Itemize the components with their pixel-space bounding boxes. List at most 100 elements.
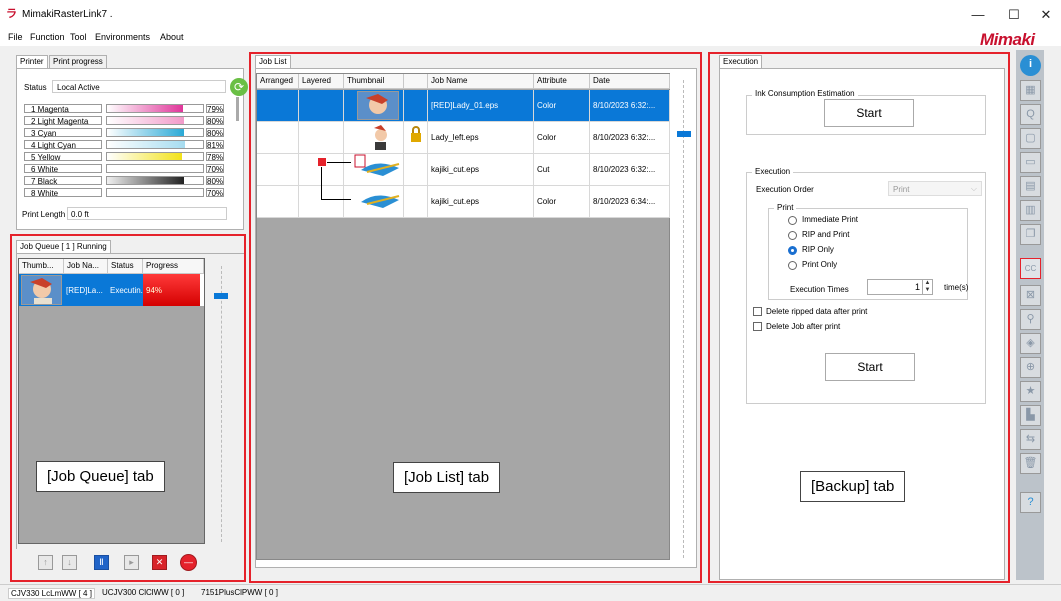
job-name-cell: Lady_left.eps <box>428 122 534 154</box>
printer-scrollbar[interactable] <box>236 97 239 121</box>
printer-tab-ucjv300[interactable]: UCJV300 ClClWW [ 0 ] <box>100 588 186 597</box>
jl-col-jobname[interactable]: Job Name <box>428 74 534 89</box>
chevron-down-icon: ⌵ <box>970 184 977 193</box>
list-slider-handle[interactable] <box>677 131 691 137</box>
layers-icon[interactable]: ◈ <box>1020 333 1041 354</box>
window-icon[interactable]: ▤ <box>1020 176 1041 197</box>
cancel-icon[interactable]: ✕ <box>152 555 167 570</box>
menu-environments[interactable]: Environments <box>95 32 150 42</box>
ink-level-bar <box>106 140 204 149</box>
printer-tab-cjv330[interactable]: CJV330 LcLmWW [ 4 ] <box>8 588 95 599</box>
job-list-annotation: [Job List] tab <box>393 462 501 493</box>
radio-button[interactable] <box>788 261 797 270</box>
jl-col-arranged[interactable]: Arranged <box>257 74 299 89</box>
delete-ripped-checkbox[interactable] <box>753 307 762 316</box>
pause-icon[interactable]: Ⅱ <box>94 555 109 570</box>
help-icon[interactable]: ? <box>1020 492 1041 513</box>
search-icon[interactable]: ⚲ <box>1020 309 1041 330</box>
layer-group-icon <box>317 157 327 167</box>
execution-start-button[interactable]: Start <box>825 353 915 381</box>
stop-icon[interactable]: — <box>180 554 197 571</box>
file-icon[interactable]: ▙ <box>1020 405 1041 426</box>
move-up-icon[interactable]: ↑ <box>38 555 53 570</box>
job-name-cell: [RED]Lady_01.eps <box>428 90 534 122</box>
refresh-icon[interactable]: ⟳ <box>230 78 248 96</box>
radio-button[interactable] <box>788 231 797 240</box>
info-icon[interactable]: i <box>1020 55 1041 76</box>
job-attribute-cell: Color <box>534 122 590 154</box>
jl-col-attribute[interactable]: Attribute <box>534 74 590 89</box>
ink-percent: 80% <box>206 176 224 186</box>
table-cell <box>404 186 428 218</box>
ink-row: 1 Magenta 79% <box>24 104 224 114</box>
menu-about[interactable]: About <box>160 32 184 42</box>
grid-icon[interactable]: ▥ <box>1020 200 1041 221</box>
ink-label: 7 Black <box>24 176 102 186</box>
menu-function[interactable]: Function <box>30 32 65 42</box>
jq-col-thumb[interactable]: Thumb... <box>19 259 64 274</box>
tab-job-list[interactable]: Job List <box>255 55 291 68</box>
delete-job-checkbox[interactable] <box>753 322 762 331</box>
list-slider-track <box>683 80 684 558</box>
times-stepper[interactable]: ▲ ▼ <box>922 280 932 294</box>
execution-order-label: Execution Order <box>756 185 814 194</box>
tab-print-progress[interactable]: Print progress <box>49 55 107 68</box>
ink-row: 8 White 70% <box>24 188 224 198</box>
close-button[interactable]: ✕ <box>1036 6 1056 24</box>
move-down-icon[interactable]: ↓ <box>62 555 77 570</box>
delete-ripped-label: Delete ripped data after print <box>766 307 868 316</box>
jq-col-jobname[interactable]: Job Na... <box>64 259 108 274</box>
panel-icon[interactable]: ▭ <box>1020 152 1041 173</box>
ink-level-bar <box>106 176 204 185</box>
cross-icon[interactable]: ⊠ <box>1020 285 1041 306</box>
job-date-cell: 8/10/2023 6:32:... <box>590 154 670 186</box>
jl-col-lock[interactable] <box>404 74 428 89</box>
menu-file[interactable]: File <box>8 32 23 42</box>
queue-slider-track <box>221 266 222 542</box>
printer-tab-7151plus[interactable]: 7151PlusClPWW [ 0 ] <box>199 588 280 597</box>
ink-row: 2 Light Magenta 80% <box>24 116 224 126</box>
menu-tool[interactable]: Tool <box>70 32 87 42</box>
minimize-button[interactable]: — <box>968 6 988 24</box>
job-date-cell: 8/10/2023 6:32:... <box>590 122 670 154</box>
jl-col-thumbnail[interactable]: Thumbnail <box>344 74 404 89</box>
target-icon[interactable]: ⊕ <box>1020 357 1041 378</box>
layer-connector <box>321 199 351 200</box>
zoom-icon[interactable]: Q <box>1020 104 1041 125</box>
jq-col-progress[interactable]: Progress <box>143 259 204 274</box>
execution-order-select[interactable]: Print ⌵ <box>888 181 982 196</box>
ink-level-fill <box>107 165 175 172</box>
status-value: Local Active <box>52 80 226 93</box>
trash-icon[interactable]: 🗑 <box>1020 453 1041 474</box>
tab-printer[interactable]: Printer <box>16 55 48 68</box>
times-unit: time(s) <box>944 283 969 292</box>
job-attribute-cell: Cut <box>534 154 590 186</box>
page-icon[interactable]: ▢ <box>1020 128 1041 149</box>
jq-col-status[interactable]: Status <box>108 259 143 274</box>
tab-execution[interactable]: Execution <box>719 55 763 68</box>
cc-icon[interactable]: CC <box>1020 258 1041 279</box>
resume-icon[interactable]: ▸ <box>124 555 139 570</box>
ink-percent: 78% <box>206 152 224 162</box>
tab-job-queue[interactable]: Job Queue [ 1 ] Running <box>16 240 111 253</box>
job-thumbnail <box>357 91 399 120</box>
ink-row: 4 Light Cyan 81% <box>24 140 224 150</box>
transfer-icon[interactable]: ⇆ <box>1020 429 1041 450</box>
table-cell <box>257 122 299 154</box>
jl-col-layered[interactable]: Layered <box>299 74 344 89</box>
ink-label: 4 Light Cyan <box>24 140 102 150</box>
jl-col-date[interactable]: Date <box>590 74 670 89</box>
layer-connector <box>321 167 322 199</box>
star-icon[interactable]: ★ <box>1020 381 1041 402</box>
radio-button[interactable] <box>788 216 797 225</box>
copy-icon[interactable]: ❐ <box>1020 224 1041 245</box>
estimate-start-button[interactable]: Start <box>824 99 914 127</box>
ink-level-bar <box>106 188 204 197</box>
status-label: Status <box>24 83 47 92</box>
ink-row: 3 Cyan 80% <box>24 128 224 138</box>
queue-slider-handle[interactable] <box>214 293 228 299</box>
radio-button[interactable] <box>788 246 797 255</box>
job-thumbnail <box>372 122 388 150</box>
maximize-button[interactable]: ☐ <box>1004 6 1024 24</box>
layout-icon[interactable]: ▦ <box>1020 80 1041 101</box>
